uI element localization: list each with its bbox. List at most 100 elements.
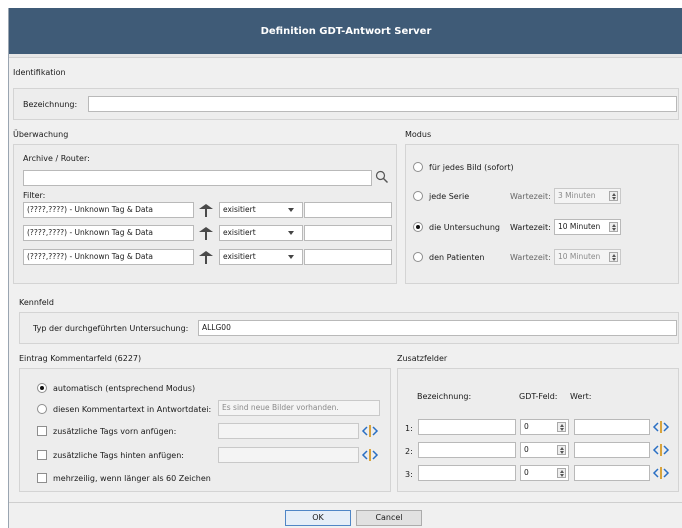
dicom-tag-picker-icon[interactable]	[197, 201, 215, 219]
radio-kommentar-custom[interactable]	[37, 404, 47, 414]
spin-up-icon	[560, 424, 564, 427]
dicom-tag-picker-icon[interactable]	[197, 248, 215, 266]
zusatz-gdt-spinner[interactable]: 0	[520, 419, 569, 435]
spin-up-icon	[560, 470, 564, 473]
dialog-title: Definition GDT-Antwort Server	[9, 8, 682, 54]
col-bezeichnung: Bezeichnung:	[417, 392, 472, 401]
zusatz-bezeichnung-input[interactable]	[418, 419, 516, 435]
chevron-down-icon	[288, 255, 294, 259]
filter-condition-select[interactable]: exisitiert	[219, 202, 303, 218]
tag-code-icon[interactable]	[652, 420, 670, 434]
filter-tag-input[interactable]: (????,????) - Unknown Tag & Data	[23, 225, 194, 241]
chevron-down-icon	[288, 208, 294, 212]
ok-button[interactable]: OK	[285, 510, 351, 526]
filter-tag-input[interactable]: (????,????) - Unknown Tag & Data	[23, 202, 194, 218]
dicom-tag-picker-icon[interactable]	[197, 224, 215, 242]
kommentar-custom-label: diesen Kommentartext in Antwortdatei:	[53, 405, 212, 414]
spin-down-icon	[560, 474, 564, 477]
ueberwachung-label: Überwachung	[13, 130, 69, 139]
radio-modus-patient[interactable]	[413, 252, 423, 262]
tag-code-icon[interactable]	[652, 443, 670, 457]
spin-down-icon	[612, 197, 616, 200]
row-index: 1:	[405, 424, 413, 433]
modus-label: Modus	[405, 130, 432, 139]
col-wert: Wert:	[570, 392, 592, 401]
zusatz-label: Zusatzfelder	[397, 354, 448, 363]
spin-buttons[interactable]	[609, 222, 618, 232]
checkbox-mehrzeilig[interactable]	[37, 473, 47, 483]
kommentar-auto-label: automatisch (entsprechend Modus)	[53, 384, 196, 393]
filter-value-input[interactable]	[304, 202, 392, 218]
zusatz-wert-input[interactable]	[574, 442, 650, 458]
zusatz-gdt-value: 0	[524, 422, 529, 431]
wartezeit-serie-value: 3 Minuten	[558, 191, 596, 200]
spin-buttons[interactable]	[557, 422, 566, 432]
wartezeit-untersuchung-spinner[interactable]: 10 Minuten	[554, 219, 621, 235]
tag-code-icon[interactable]	[361, 424, 379, 438]
radio-kommentar-auto[interactable]	[37, 383, 47, 393]
bezeichnung-input[interactable]	[88, 96, 677, 112]
spin-buttons[interactable]	[557, 468, 566, 478]
tag-code-icon[interactable]	[361, 448, 379, 462]
wartezeit-label: Wartezeit:	[510, 253, 551, 262]
spin-down-icon	[560, 451, 564, 454]
filter-value-input[interactable]	[304, 225, 392, 241]
kommentar-text-input[interactable]: Es sind neue Bilder vorhanden.	[218, 400, 380, 416]
typ-untersuchung-input[interactable]: ALLG00	[198, 320, 677, 336]
mehrzeilig-label: mehrzeilig, wenn länger als 60 Zeichen	[53, 474, 211, 483]
spin-up-icon	[612, 254, 616, 257]
spin-buttons[interactable]	[609, 252, 618, 262]
radio-modus-serie[interactable]	[413, 191, 423, 201]
radio-modus-untersuchung[interactable]	[413, 222, 423, 232]
identifikation-label: Identifikation	[13, 68, 66, 77]
zusatz-gdt-value: 0	[524, 468, 529, 477]
search-icon[interactable]	[375, 170, 389, 184]
checkbox-tags-hinten[interactable]	[37, 450, 47, 460]
tags-vorn-label: zusätzliche Tags vorn anfügen:	[53, 427, 177, 436]
modus-patient-label: den Patienten	[429, 253, 485, 262]
checkbox-tags-vorn[interactable]	[37, 426, 47, 436]
filter-condition-select[interactable]: exisitiert	[219, 225, 303, 241]
title-separator	[9, 54, 682, 58]
tags-hinten-input[interactable]	[218, 447, 359, 463]
footer-divider	[9, 502, 682, 503]
tags-vorn-input[interactable]	[218, 423, 359, 439]
kommentar-label: Eintrag Kommentarfeld (6227)	[19, 354, 142, 363]
wartezeit-label: Wartezeit:	[510, 223, 551, 232]
filter-value-input[interactable]	[304, 249, 392, 265]
kennfeld-label: Kennfeld	[19, 298, 54, 307]
spin-down-icon	[612, 258, 616, 261]
filter-condition-value: exisitiert	[223, 205, 256, 214]
modus-untersuchung-label: die Untersuchung	[429, 223, 500, 232]
cancel-button[interactable]: Cancel	[356, 510, 422, 526]
wartezeit-untersuchung-value: 10 Minuten	[558, 222, 601, 231]
spin-down-icon	[612, 228, 616, 231]
wartezeit-patient-spinner[interactable]: 10 Minuten	[554, 249, 621, 265]
bezeichnung-label: Bezeichnung:	[23, 100, 78, 109]
filter-condition-select[interactable]: exisitiert	[219, 249, 303, 265]
zusatz-gdt-spinner[interactable]: 0	[520, 465, 569, 481]
zusatz-wert-input[interactable]	[574, 465, 650, 481]
tag-code-icon[interactable]	[652, 466, 670, 480]
filter-tag-input[interactable]: (????,????) - Unknown Tag & Data	[23, 249, 194, 265]
zusatz-gdt-spinner[interactable]: 0	[520, 442, 569, 458]
wartezeit-label: Wartezeit:	[510, 192, 551, 201]
filter-condition-value: exisitiert	[223, 228, 256, 237]
archive-input[interactable]	[23, 170, 372, 186]
zusatz-bezeichnung-input[interactable]	[418, 442, 516, 458]
zusatz-gdt-value: 0	[524, 445, 529, 454]
radio-modus-bild[interactable]	[413, 162, 423, 172]
spin-buttons[interactable]	[557, 445, 566, 455]
spin-up-icon	[612, 224, 616, 227]
col-gdt-feld: GDT-Feld:	[519, 392, 558, 401]
zusatz-wert-input[interactable]	[574, 419, 650, 435]
filter-label: Filter:	[23, 191, 46, 200]
spin-buttons[interactable]	[609, 191, 618, 201]
spin-down-icon	[560, 428, 564, 431]
row-index: 2:	[405, 447, 413, 456]
archive-label: Archive / Router:	[23, 154, 90, 163]
zusatz-bezeichnung-input[interactable]	[418, 465, 516, 481]
wartezeit-serie-spinner[interactable]: 3 Minuten	[554, 188, 621, 204]
spin-up-icon	[612, 193, 616, 196]
modus-bild-label: für jedes Bild (sofort)	[429, 163, 514, 172]
